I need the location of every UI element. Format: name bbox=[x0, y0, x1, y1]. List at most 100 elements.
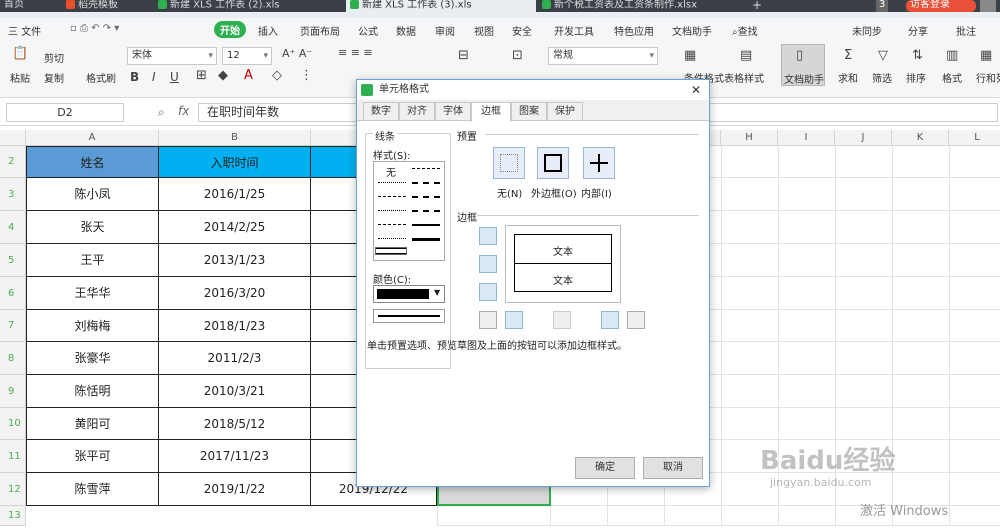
tab-file-3[interactable]: 新建 XLS 工作表 (3).xls bbox=[346, 0, 536, 12]
clear-icon[interactable]: ◇ bbox=[272, 68, 282, 83]
merge-icon[interactable]: ⊟ bbox=[458, 48, 469, 63]
sync-status[interactable]: 未同步 bbox=[852, 23, 882, 38]
column-header[interactable]: H bbox=[721, 130, 778, 146]
border-preview[interactable]: 文本 文本 bbox=[505, 225, 621, 303]
rowcol-button[interactable]: 行和列 bbox=[976, 70, 1000, 85]
comment-button[interactable]: 批注 bbox=[956, 23, 976, 38]
tab-docer[interactable]: 稻壳模板 bbox=[62, 0, 152, 12]
tab-pattern[interactable]: 图案 bbox=[511, 102, 547, 121]
table-cell[interactable]: 陈雪萍 bbox=[26, 473, 159, 506]
font-size-select[interactable]: 12 bbox=[222, 47, 272, 65]
font-color-icon[interactable]: A bbox=[244, 68, 253, 83]
line-style-option[interactable] bbox=[378, 210, 406, 211]
menu-review[interactable]: 审阅 bbox=[435, 23, 455, 38]
line-style-option[interactable] bbox=[378, 182, 406, 183]
more-icon[interactable]: ⋮ bbox=[300, 68, 313, 83]
line-style-option[interactable] bbox=[412, 168, 440, 169]
row-header[interactable]: 3 bbox=[0, 178, 26, 211]
row-header[interactable]: 9 bbox=[0, 375, 26, 408]
menu-security[interactable]: 安全 bbox=[512, 23, 532, 38]
line-style-double[interactable] bbox=[375, 247, 407, 255]
font-family-select[interactable]: 宋体 bbox=[127, 47, 217, 65]
preset-outline-button[interactable] bbox=[537, 147, 569, 179]
table-cell[interactable]: 2018/5/12 bbox=[159, 408, 311, 440]
row-header[interactable]: 5 bbox=[0, 244, 26, 277]
border-left-button[interactable] bbox=[505, 311, 523, 329]
table-header-cell[interactable]: 入职时间 bbox=[159, 146, 311, 178]
format-button[interactable]: 格式 bbox=[942, 70, 962, 85]
border-icon[interactable]: ⊞ bbox=[196, 68, 207, 83]
login-button[interactable]: 访客登录 bbox=[906, 0, 976, 12]
format-painter-button[interactable]: 格式刷 bbox=[86, 70, 116, 85]
table-cell[interactable]: 2019/1/22 bbox=[159, 473, 311, 506]
name-box[interactable]: D2 bbox=[6, 103, 124, 122]
menu-start[interactable]: 开始 bbox=[214, 21, 246, 38]
table-cell[interactable]: 黄阳可 bbox=[26, 408, 159, 440]
line-style-option[interactable] bbox=[378, 238, 406, 239]
table-cell[interactable]: 2010/3/21 bbox=[159, 375, 311, 408]
border-middle-h-button[interactable] bbox=[479, 255, 497, 273]
doc-helper-button[interactable]: ▯ 文档助手 bbox=[781, 44, 825, 86]
bold-icon[interactable]: B bbox=[130, 70, 139, 84]
table-cell[interactable]: 2018/1/23 bbox=[159, 310, 311, 342]
table-cell[interactable]: 王平 bbox=[26, 244, 159, 277]
table-cell[interactable]: 2013/1/23 bbox=[159, 244, 311, 277]
cancel-button[interactable]: 取消 bbox=[643, 457, 703, 479]
tab-border[interactable]: 边框 bbox=[471, 102, 511, 122]
wrap-icon[interactable]: ⊡ bbox=[512, 48, 523, 63]
sort-button[interactable]: 排序 bbox=[906, 70, 926, 85]
table-style-button[interactable]: 表格样式 bbox=[724, 70, 764, 85]
align-icons[interactable]: ≡ ≡ ≡ bbox=[338, 46, 373, 59]
table-cell[interactable]: 2014/2/25 bbox=[159, 211, 311, 244]
preset-inside-button[interactable] bbox=[583, 147, 615, 179]
menu-data[interactable]: 数据 bbox=[396, 23, 416, 38]
menu-search[interactable]: ⌕查找 bbox=[732, 23, 758, 38]
table-cell[interactable]: 陈小凤 bbox=[26, 178, 159, 211]
column-header[interactable]: L bbox=[949, 130, 1000, 146]
line-style-list[interactable]: 无 bbox=[373, 161, 445, 261]
table-cell[interactable]: 2011/2/3 bbox=[159, 342, 311, 375]
ok-button[interactable]: 确定 bbox=[575, 457, 635, 479]
tab-font[interactable]: 字体 bbox=[435, 102, 471, 121]
row-header[interactable]: 8 bbox=[0, 342, 26, 375]
table-cell[interactable]: 王华华 bbox=[26, 277, 159, 310]
line-style-option[interactable] bbox=[378, 224, 406, 225]
row-header[interactable]: 4 bbox=[0, 211, 26, 244]
menu-file[interactable]: 三 文件 bbox=[8, 23, 41, 38]
column-header[interactable]: K bbox=[892, 130, 949, 146]
line-color-select[interactable]: ▼ bbox=[373, 285, 445, 303]
border-top-button[interactable] bbox=[479, 227, 497, 245]
preset-none-button[interactable] bbox=[493, 147, 525, 179]
table-cell[interactable]: 2017/11/23 bbox=[159, 440, 311, 473]
new-tab-button[interactable]: + bbox=[748, 0, 768, 12]
column-header[interactable]: B bbox=[159, 130, 311, 146]
close-icon[interactable]: ✕ bbox=[691, 80, 701, 100]
share-button[interactable]: 分享 bbox=[908, 23, 928, 38]
menu-developer[interactable]: 开发工具 bbox=[554, 23, 594, 38]
border-middle-v-button[interactable] bbox=[553, 311, 571, 329]
menu-features[interactable]: 特色应用 bbox=[614, 23, 654, 38]
sum-button[interactable]: 求和 bbox=[838, 70, 858, 85]
table-cell[interactable]: 张平可 bbox=[26, 440, 159, 473]
table-cell[interactable]: 2016/1/25 bbox=[159, 178, 311, 211]
font-grow-icon[interactable]: A⁺ A⁻ bbox=[282, 47, 312, 60]
table-header-cell[interactable]: 姓名 bbox=[26, 146, 159, 178]
menu-doc-helper[interactable]: 文档助手 bbox=[672, 23, 712, 38]
border-bottom-button[interactable] bbox=[479, 283, 497, 301]
menu-page-layout[interactable]: 页面布局 bbox=[300, 23, 340, 38]
paste-button[interactable]: 粘贴 bbox=[10, 70, 30, 85]
table-cell[interactable]: 张豪华 bbox=[26, 342, 159, 375]
menu-formula[interactable]: 公式 bbox=[358, 23, 378, 38]
line-style-none[interactable]: 无 bbox=[386, 164, 396, 179]
line-style-option[interactable] bbox=[378, 196, 406, 197]
border-diag-down-button[interactable] bbox=[627, 311, 645, 329]
tab-salary[interactable]: 新个税工资表及工资条制作.xlsx bbox=[538, 0, 738, 12]
line-style-option[interactable] bbox=[412, 210, 440, 212]
fx-icon[interactable]: fx bbox=[178, 104, 189, 118]
copy-button[interactable]: 复制 bbox=[44, 70, 64, 85]
row-header[interactable]: 13 bbox=[0, 506, 26, 526]
table-cell[interactable]: 刘梅梅 bbox=[26, 310, 159, 342]
row-header[interactable]: 7 bbox=[0, 310, 26, 342]
row-header[interactable]: 12 bbox=[0, 473, 26, 506]
menu-insert[interactable]: 插入 bbox=[258, 23, 278, 38]
